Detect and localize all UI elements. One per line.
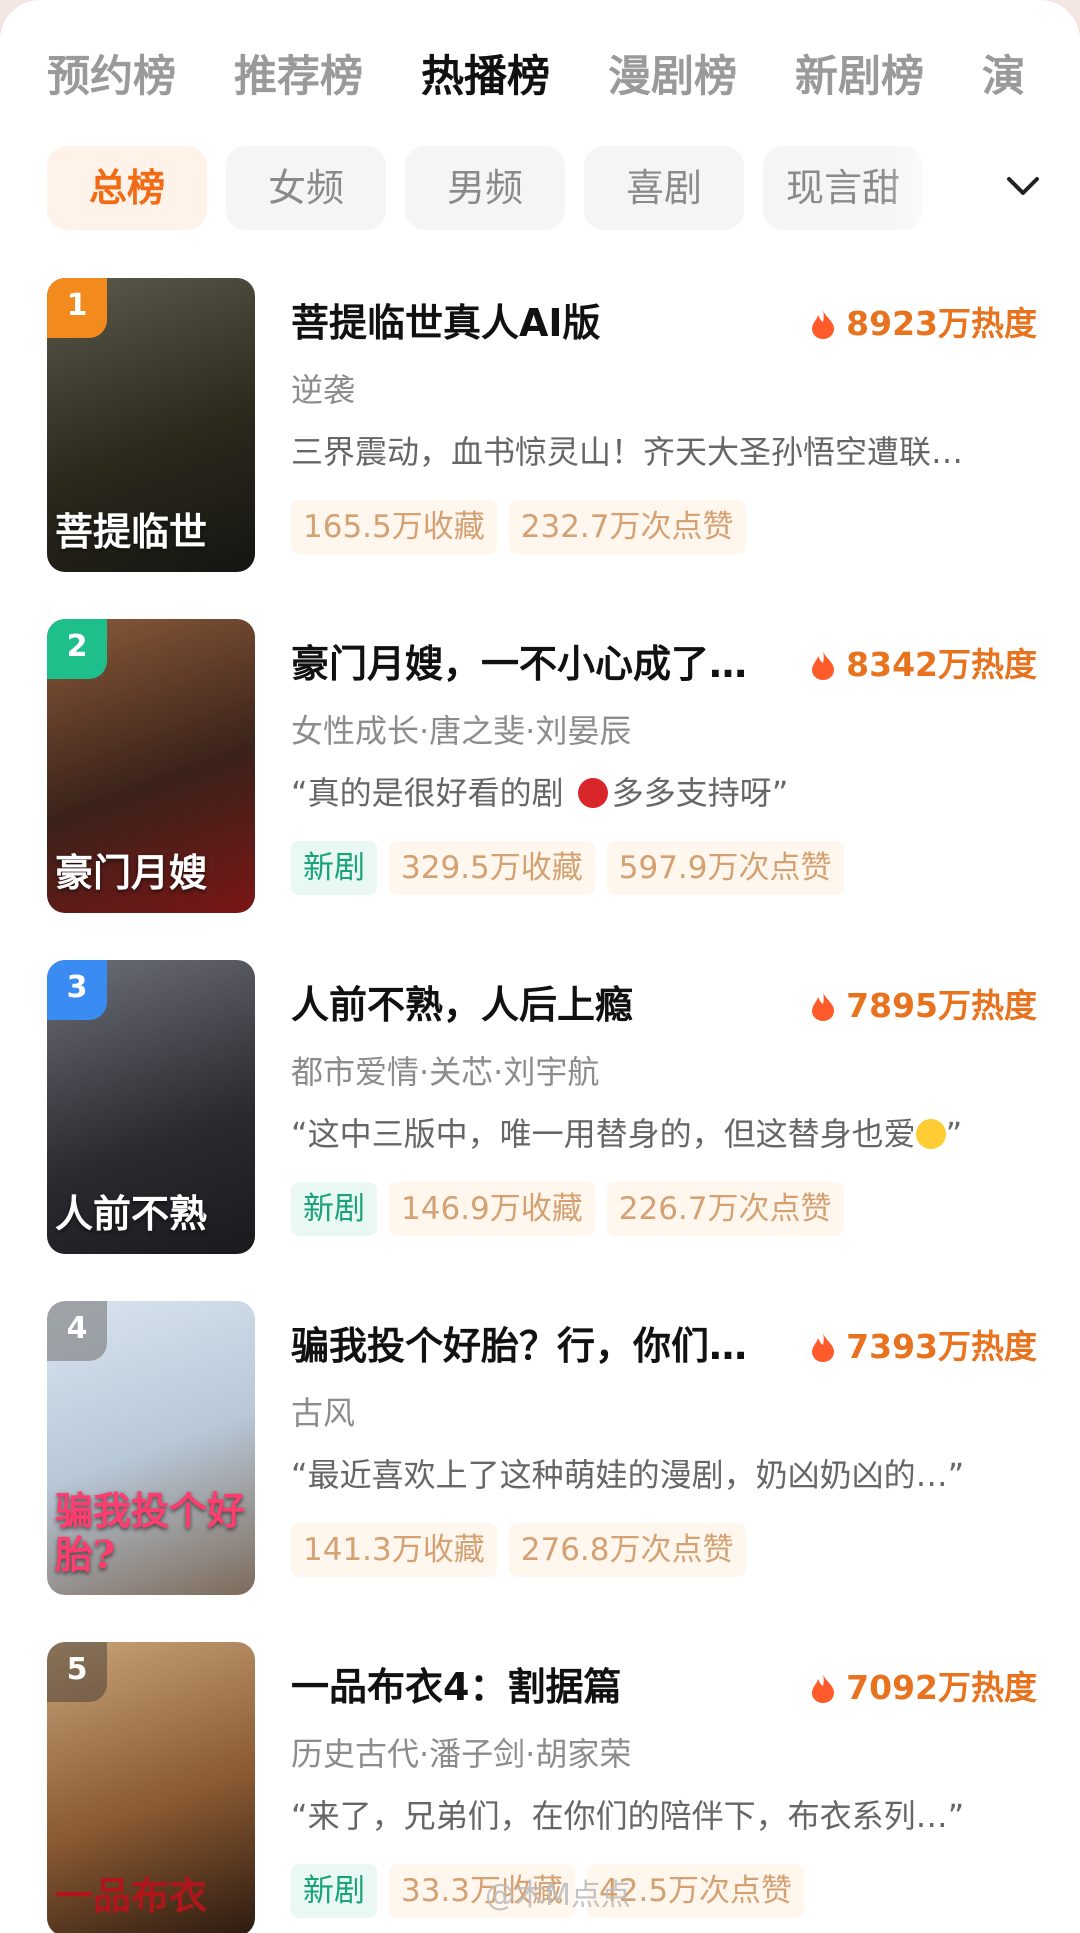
- tab-comic[interactable]: 漫剧榜: [608, 42, 737, 112]
- heat-value: 8923万热度: [846, 304, 1037, 343]
- description: “来了，兄弟们，在你们的陪伴下，布衣系列…”: [291, 1797, 965, 1835]
- poster-title: 一品布衣: [55, 1873, 208, 1918]
- description-text: “真的是很好看的剧: [291, 774, 574, 812]
- new-drama-tag: 新剧: [291, 1864, 377, 1918]
- rose-emoji-icon: [577, 778, 608, 808]
- flame-icon: [812, 1674, 835, 1703]
- list-item[interactable]: 2 豪门月嫂 豪门月嫂，一不小心成了… 8342万热度 女性成长·唐之斐·刘晏辰…: [47, 619, 1047, 915]
- heat-value: 7895万热度: [846, 986, 1037, 1025]
- heart-eyes-emoji-icon: [915, 1119, 946, 1149]
- poster-image[interactable]: 5 一品布衣: [47, 1642, 255, 1933]
- tab-hot[interactable]: 热播榜: [421, 42, 550, 112]
- heat-score: 7393万热度: [810, 1325, 1037, 1369]
- poster-image[interactable]: 1 菩提临世: [47, 278, 255, 572]
- heat-score: 7895万热度: [810, 984, 1037, 1028]
- favorites-tag: 165.5万收藏: [291, 500, 497, 554]
- poster-title: 骗我投个好胎?: [55, 1488, 246, 1577]
- stat-tags: 141.3万收藏 276.8万次点赞: [291, 1523, 758, 1577]
- heat-score: 8342万热度: [810, 643, 1037, 687]
- likes-tag: 226.7万次点赞: [606, 1182, 844, 1236]
- likes-tag: 276.8万次点赞: [508, 1523, 746, 1577]
- poster-title: 菩提临世: [55, 509, 208, 554]
- flame-icon: [812, 651, 835, 680]
- likes-tag: 597.9万次点赞: [606, 841, 844, 895]
- heat-value: 7092万热度: [846, 1668, 1037, 1707]
- flame-icon: [812, 310, 835, 339]
- flame-icon: [812, 1333, 835, 1362]
- list-item[interactable]: 4 骗我投个好胎? 骗我投个好胎？行，你们… 7393万热度 古风 “最近喜欢上…: [47, 1301, 1047, 1597]
- description-text-end: ”: [945, 1115, 963, 1153]
- favorites-tag: 141.3万收藏: [291, 1523, 497, 1577]
- stat-tags: 新剧 329.5万收藏 597.9万次点赞: [291, 841, 856, 895]
- flame-icon: [812, 992, 835, 1021]
- chip-female[interactable]: 女频: [226, 146, 386, 230]
- drama-title[interactable]: 豪门月嫂，一不小心成了…: [291, 639, 771, 689]
- description: “这中三版中，唯一用替身的，但这替身也爱 ”: [291, 1112, 1061, 1156]
- tab-new[interactable]: 新剧榜: [795, 42, 924, 112]
- poster-title: 豪门月嫂: [55, 850, 208, 895]
- description: “真的是很好看的剧 多多支持呀”: [291, 771, 1061, 815]
- poster-title: 人前不熟: [55, 1191, 208, 1236]
- drama-title[interactable]: 骗我投个好胎？行，你们…: [291, 1321, 771, 1371]
- heat-score: 7092万热度: [810, 1666, 1037, 1710]
- heat-value: 7393万热度: [846, 1327, 1037, 1366]
- new-drama-tag: 新剧: [291, 841, 377, 895]
- description-text: “这中三版中，唯一用替身的，但这替身也爱: [291, 1115, 916, 1153]
- poster-image[interactable]: 4 骗我投个好胎?: [47, 1301, 255, 1595]
- drama-title[interactable]: 人前不熟，人后上瘾: [291, 980, 771, 1030]
- rank-badge: 3: [47, 960, 107, 1020]
- description: 三界震动，血书惊灵山！齐天大圣孙悟空遭联…: [291, 433, 964, 471]
- favorites-tag: 329.5万收藏: [389, 841, 595, 895]
- rank-badge: 1: [47, 278, 107, 338]
- new-drama-tag: 新剧: [291, 1182, 377, 1236]
- likes-tag: 232.7万次点赞: [508, 500, 746, 554]
- rank-badge: 4: [47, 1301, 107, 1361]
- genre-cast: 都市爱情·关芯·刘宇航: [291, 1053, 600, 1091]
- tab-recommend[interactable]: 推荐榜: [234, 42, 363, 112]
- chip-all[interactable]: 总榜: [47, 146, 207, 230]
- genre-cast: 逆袭: [291, 371, 356, 409]
- genre-cast: 女性成长·唐之斐·刘晏辰: [291, 712, 632, 750]
- tab-reservation[interactable]: 预约榜: [47, 42, 176, 112]
- list-item[interactable]: 3 人前不熟 人前不熟，人后上瘾 7895万热度 都市爱情·关芯·刘宇航 “这中…: [47, 960, 1047, 1256]
- chevron-down-icon[interactable]: [1003, 166, 1043, 206]
- stat-tags: 新剧 146.9万收藏 226.7万次点赞: [291, 1182, 856, 1236]
- heat-score: 8923万热度: [810, 302, 1037, 346]
- description: “最近喜欢上了这种萌娃的漫剧，奶凶奶凶的…”: [291, 1456, 965, 1494]
- stat-tags: 165.5万收藏 232.7万次点赞: [291, 500, 758, 554]
- rank-badge: 2: [47, 619, 107, 679]
- heat-value: 8342万热度: [846, 645, 1037, 684]
- tab-cast[interactable]: 演: [982, 42, 1025, 112]
- poster-image[interactable]: 3 人前不熟: [47, 960, 255, 1254]
- drama-title[interactable]: 菩提临世真人AI版: [291, 298, 771, 348]
- watermark: @木M点点: [485, 1878, 631, 1913]
- drama-title[interactable]: 一品布衣4：割据篇: [291, 1662, 771, 1712]
- genre-cast: 古风: [291, 1394, 356, 1432]
- genre-cast: 历史古代·潘子剑·胡家荣: [291, 1735, 632, 1773]
- chip-comedy[interactable]: 喜剧: [584, 146, 744, 230]
- poster-image[interactable]: 2 豪门月嫂: [47, 619, 255, 913]
- ranking-tabs: 预约榜 推荐榜 热播榜 漫剧榜 新剧榜演: [47, 42, 1080, 112]
- favorites-tag: 146.9万收藏: [389, 1182, 595, 1236]
- chips-fade: [880, 140, 980, 236]
- chip-male[interactable]: 男频: [405, 146, 565, 230]
- category-chips: 总榜 女频 男频 喜剧 现言甜: [47, 146, 927, 230]
- rank-badge: 5: [47, 1642, 107, 1702]
- description-text-end: 多多支持呀”: [611, 774, 789, 812]
- ranking-sheet: 预约榜 推荐榜 热播榜 漫剧榜 新剧榜演 总榜 女频 男频 喜剧 现言甜 1 菩提临世 菩提临世…: [0, 0, 1080, 1933]
- list-item[interactable]: 1 菩提临世 菩提临世真人AI版 8923万热度 逆袭 三界震动，血书惊灵山！齐…: [47, 278, 1047, 574]
